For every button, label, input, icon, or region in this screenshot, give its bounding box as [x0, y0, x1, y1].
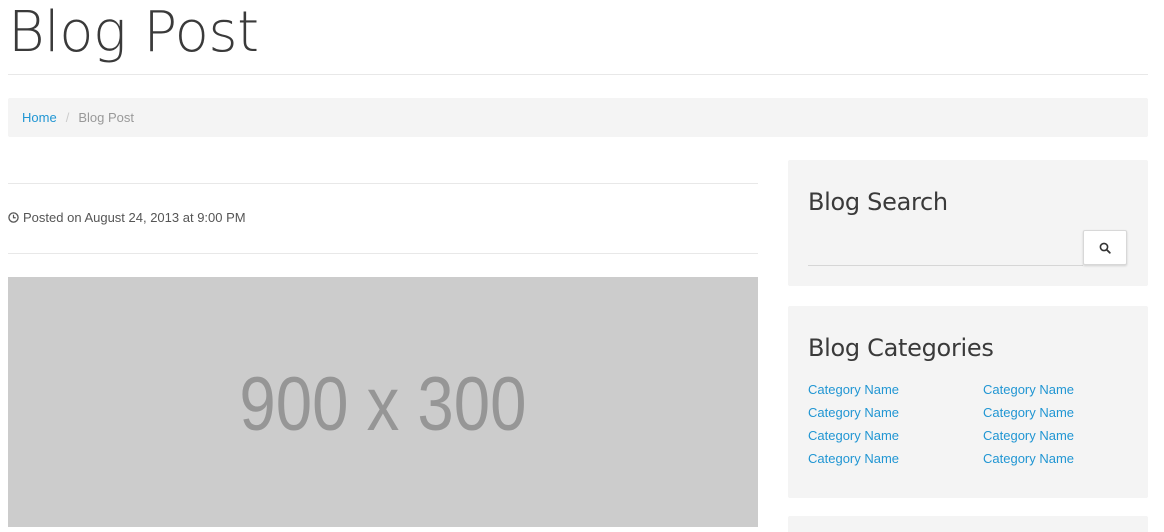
sidebar-widget — [788, 516, 1148, 532]
post-divider-top — [8, 183, 758, 184]
search-icon — [1099, 242, 1111, 254]
category-list: Category Name Category Name Category Nam… — [808, 378, 1138, 470]
post-meta: Posted on August 24, 2013 at 9:00 PM — [8, 210, 246, 225]
breadcrumb-separator: / — [65, 110, 70, 125]
category-link[interactable]: Category Name — [808, 401, 983, 424]
breadcrumb-home-link[interactable]: Home — [22, 110, 57, 125]
blog-categories-widget: Blog Categories Category Name Category N… — [788, 306, 1148, 498]
category-link[interactable]: Category Name — [808, 447, 983, 470]
category-link[interactable]: Category Name — [808, 424, 983, 447]
category-link[interactable]: Category Name — [808, 378, 983, 401]
post-image-placeholder-text: 900 x 300 — [239, 361, 527, 447]
search-button[interactable] — [1083, 230, 1127, 265]
breadcrumb: Home / Blog Post — [8, 98, 1148, 137]
category-link[interactable]: Category Name — [983, 447, 1138, 470]
post-divider-bottom — [8, 253, 758, 254]
breadcrumb-current: Blog Post — [78, 110, 134, 125]
blog-search-widget: Blog Search — [788, 160, 1148, 286]
search-input[interactable] — [808, 230, 1083, 266]
blog-categories-title: Blog Categories — [808, 334, 994, 362]
post-date: Posted on August 24, 2013 at 9:00 PM — [23, 210, 246, 225]
category-link[interactable]: Category Name — [983, 401, 1138, 424]
post-image-placeholder: 900 x 300 — [8, 277, 758, 527]
clock-icon — [8, 212, 19, 223]
category-link[interactable]: Category Name — [983, 424, 1138, 447]
page-header: Blog Post — [8, 0, 1148, 75]
page: Blog Post Home / Blog Post Posted on Aug… — [0, 0, 1164, 532]
page-title: Blog Post — [8, 0, 259, 65]
category-link[interactable]: Category Name — [983, 378, 1138, 401]
blog-search-title: Blog Search — [808, 188, 948, 216]
